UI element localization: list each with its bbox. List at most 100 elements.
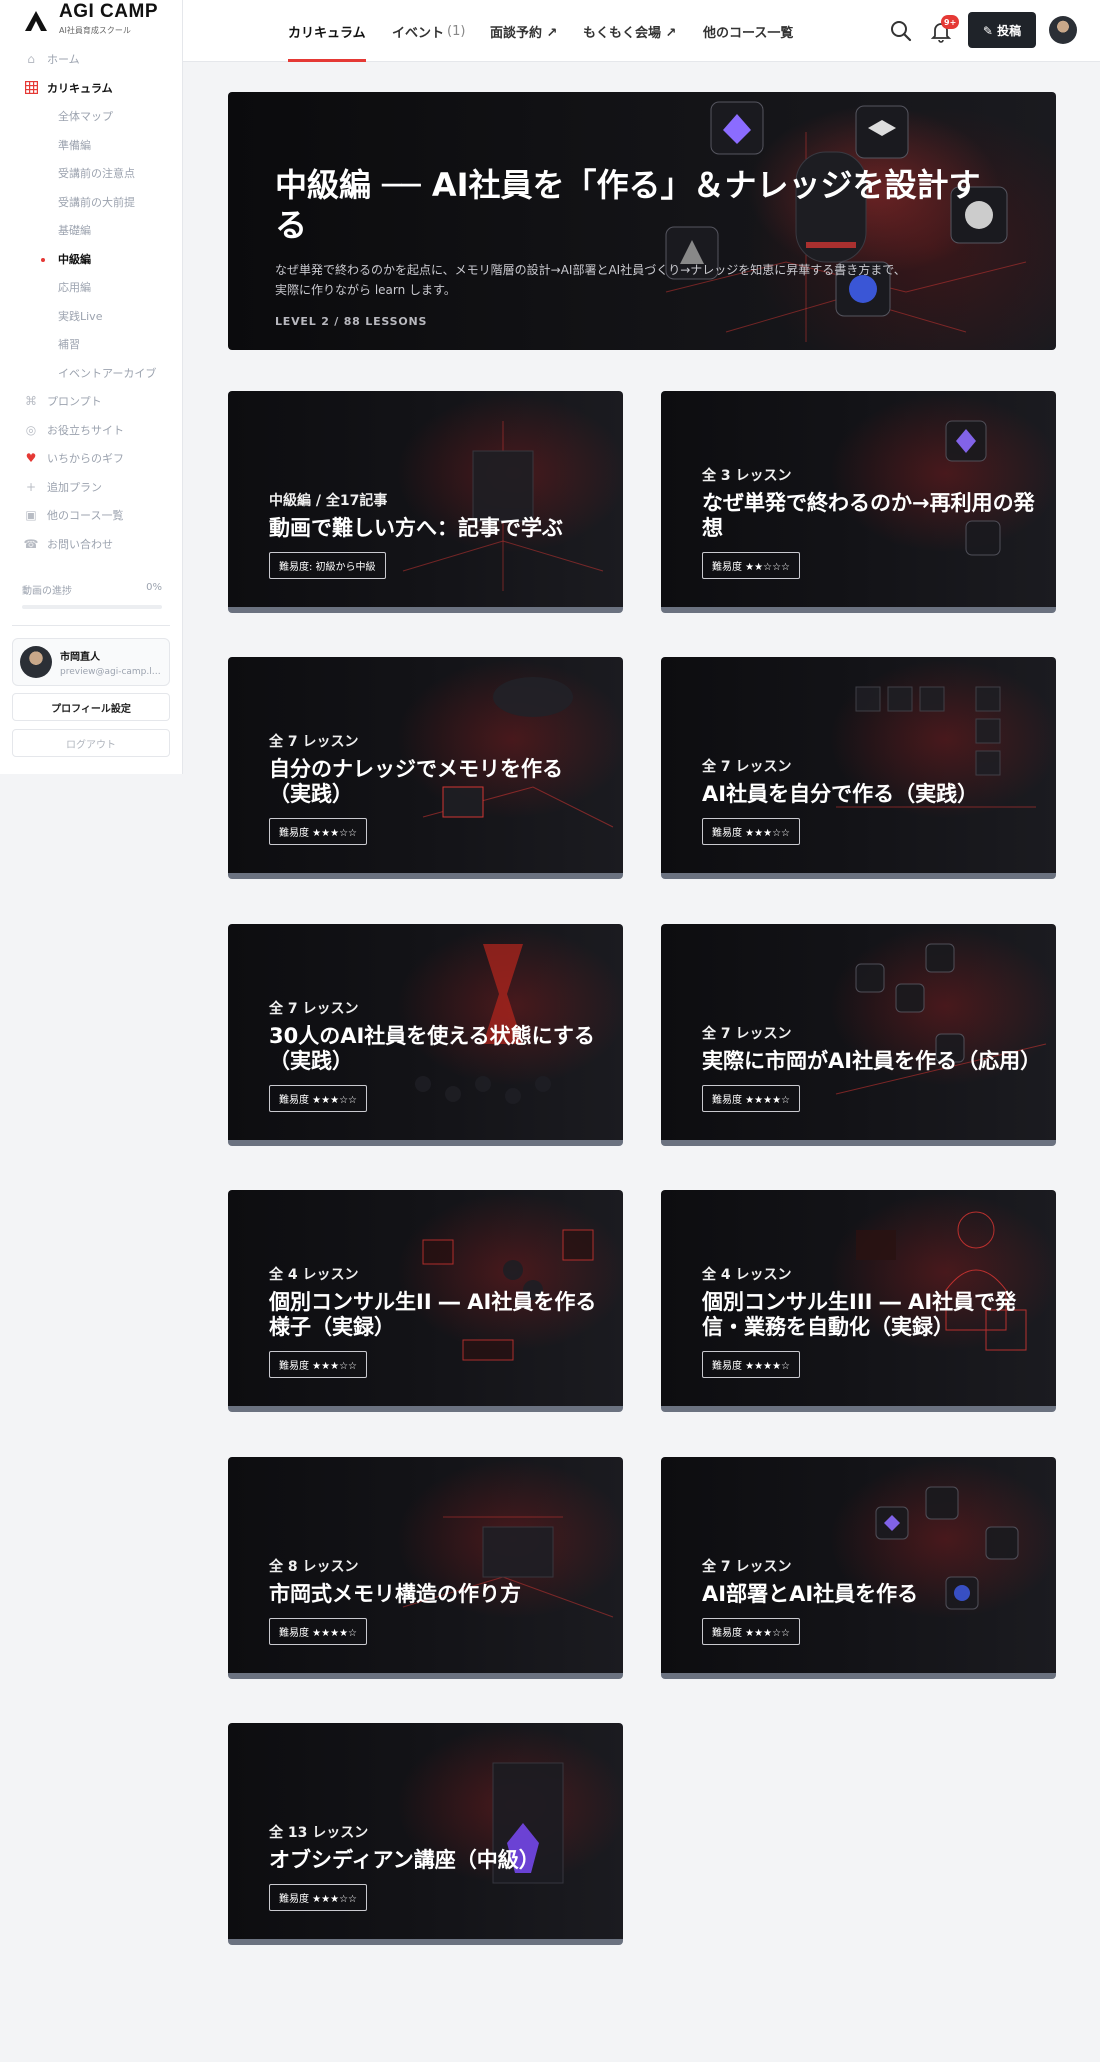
sidebar-nav: ⌂ ホーム カリキュラム 全体マップ 準備編 受講前の注意点 受講前の大前提 基… xyxy=(0,45,183,558)
card-lesson-count: 全 3 レッスン xyxy=(702,468,792,484)
sidebar-item-prompt[interactable]: ⌘ プロンプト xyxy=(0,387,183,416)
difficulty-badge: 難易度 ★★★☆☆ xyxy=(269,818,368,845)
course-card[interactable]: 全 7 レッスン AI部署とAI社員を作る 難易度 ★★★☆☆ xyxy=(661,1457,1056,1679)
difficulty-badge: 難易度 ★★★★☆ xyxy=(702,1351,801,1378)
brand-title: AGI CAMP xyxy=(59,1,158,22)
tab-count: (1) xyxy=(447,23,466,39)
sidebar-item-label: いちからのギフ xyxy=(47,452,124,466)
sidebar-item-label: 他のコース一覧 xyxy=(47,509,124,523)
sidebar-item-label: お役立ちサイト xyxy=(47,423,124,437)
sidebar-subitem-basic[interactable]: 基礎編 xyxy=(0,216,183,245)
phone-icon: ☎ xyxy=(23,536,39,551)
globe-icon: ◎ xyxy=(25,422,37,437)
brand-subtitle: AI社員育成スクール xyxy=(59,26,131,35)
course-card[interactable]: 全 4 レッスン 個別コンサル生II ― AI社員を作る様子（実録） 難易度 ★… xyxy=(228,1190,623,1412)
card-lesson-count: 全 7 レッスン xyxy=(269,734,359,750)
difficulty-badge: 難易度 ★★★★☆ xyxy=(702,1085,801,1112)
brand-logo[interactable]: AGI CAMP AI社員育成スクール xyxy=(24,2,158,42)
progress-value: 0% xyxy=(146,582,162,593)
tab-interview-booking[interactable]: 面談予約 ↗ xyxy=(490,0,557,62)
course-card[interactable]: 全 7 レッスン AI社員を自分で作る（実践） 難易度 ★★★☆☆ xyxy=(661,657,1056,879)
sidebar-item-gift[interactable]: ♥ いちからのギフ xyxy=(0,444,183,473)
card-lesson-count: 全 7 レッスン xyxy=(702,1559,792,1575)
difficulty-badge: 難易度 ★★★☆☆ xyxy=(269,1884,368,1911)
card-title: 動画で難しい方へ：記事で学ぶ xyxy=(269,516,563,540)
sidebar: AGI CAMP AI社員育成スクール ⌂ ホーム カリキュラム 全体マップ 準… xyxy=(0,0,183,774)
sidebar-subitem-live[interactable]: 実践Live xyxy=(0,302,183,331)
sidebar-subitem-preparation[interactable]: 準備編 xyxy=(0,131,183,160)
card-title: 自分のナレッジでメモリを作る（実践） xyxy=(269,757,563,806)
difficulty-badge: 難易度 ★★★☆☆ xyxy=(702,818,801,845)
card-title: AI社員を自分で作る（実践） xyxy=(702,782,979,806)
sidebar-item-other-courses[interactable]: ▣ 他のコース一覧 xyxy=(0,501,183,530)
card-title: 市岡式メモリ構造の作り方 xyxy=(269,1582,521,1606)
difficulty-badge: 難易度: 初級から中級 xyxy=(269,552,386,579)
card-lesson-count: 全 8 レッスン xyxy=(269,1559,359,1575)
course-card[interactable]: 中級編 / 全17記事 動画で難しい方へ：記事で学ぶ 難易度: 初級から中級 xyxy=(228,391,623,613)
profile-card[interactable]: 市岡直人 preview@agi-camp.local xyxy=(12,638,170,686)
sidebar-subitem-premise[interactable]: 受講前の大前提 xyxy=(0,188,183,217)
tab-label: もくもく会場 ↗ xyxy=(583,25,677,41)
tab-mokumoku-venue[interactable]: もくもく会場 ↗ xyxy=(583,0,676,62)
tab-curriculum[interactable]: カリキュラム xyxy=(288,0,366,62)
tab-label: イベント xyxy=(392,25,445,41)
course-card[interactable]: 全 7 レッスン 自分のナレッジでメモリを作る（実践） 難易度 ★★★☆☆ xyxy=(228,657,623,879)
difficulty-badge: 難易度 ★★☆☆☆ xyxy=(702,552,801,579)
course-card[interactable]: 全 3 レッスン なぜ単発で終わるのか→再利用の発想 難易度 ★★☆☆☆ xyxy=(661,391,1056,613)
course-card[interactable]: 全 4 レッスン 個別コンサル生III ― AI社員で発信・業務を自動化（実録）… xyxy=(661,1190,1056,1412)
search-icon[interactable] xyxy=(889,19,913,43)
progress-bar xyxy=(22,605,162,609)
sidebar-item-label: カリキュラム xyxy=(47,81,113,95)
course-card[interactable]: 全 7 レッスン 実際に市岡がAI社員を作る（応用） 難易度 ★★★★☆ xyxy=(661,924,1056,1146)
sidebar-item-add-plan[interactable]: + 追加プラン xyxy=(0,473,183,502)
heart-icon: ♥ xyxy=(25,451,37,466)
progress-label: 動画の進捗 xyxy=(22,586,72,597)
difficulty-badge: 難易度 ★★★☆☆ xyxy=(702,1618,801,1645)
post-button[interactable]: ✎ 投稿 xyxy=(968,12,1036,48)
card-title: オブシディアン講座（中級） xyxy=(269,1848,540,1872)
logout-button[interactable]: ログアウト xyxy=(12,729,170,757)
sidebar-item-label: 追加プラン xyxy=(47,480,102,494)
card-lesson-count: 全 4 レッスン xyxy=(269,1267,359,1283)
logo-mark-icon xyxy=(25,11,47,31)
sidebar-subitem-advanced[interactable]: 応用編 xyxy=(0,273,183,302)
difficulty-badge: 難易度 ★★★☆☆ xyxy=(269,1351,368,1378)
sidebar-subitem-intermediate[interactable]: 中級編 xyxy=(0,245,183,274)
command-icon: ⌘ xyxy=(25,394,37,409)
tab-events[interactable]: イベント (1) xyxy=(392,0,465,62)
sidebar-subitem-event-archive[interactable]: イベントアーカイブ xyxy=(0,359,183,388)
card-title: 実際に市岡がAI社員を作る（応用） xyxy=(702,1049,1042,1073)
card-title: AI部署とAI社員を作る xyxy=(702,1582,919,1606)
sidebar-item-label: ホーム xyxy=(47,53,80,67)
hero-level-label: LEVEL 2 / 88 LESSONS xyxy=(275,315,428,328)
tab-label: カリキュラム xyxy=(288,25,366,41)
tab-label: 他のコース一覧 xyxy=(703,25,794,41)
difficulty-badge: 難易度 ★★★★☆ xyxy=(269,1618,368,1645)
course-card[interactable]: 全 13 レッスン オブシディアン講座（中級） 難易度 ★★★☆☆ xyxy=(228,1723,623,1945)
course-card[interactable]: 全 7 レッスン 30人のAI社員を使える状態にする（実践） 難易度 ★★★☆☆ xyxy=(228,924,623,1146)
card-lesson-count: 全 7 レッスン xyxy=(269,1001,359,1017)
sidebar-item-contact[interactable]: ☎ お問い合わせ xyxy=(0,530,183,559)
video-progress: 動画の進捗 0% xyxy=(22,582,162,609)
card-title: 個別コンサル生II ― AI社員を作る様子（実録） xyxy=(269,1290,597,1339)
profile-email: preview@agi-camp.local xyxy=(60,666,162,677)
sidebar-subitem-precautions[interactable]: 受講前の注意点 xyxy=(0,159,183,188)
card-lesson-count: 全 7 レッスン xyxy=(702,1026,792,1042)
card-lesson-count: 全 4 レッスン xyxy=(702,1267,792,1283)
tab-other-courses[interactable]: 他のコース一覧 xyxy=(703,0,793,62)
sidebar-item-home[interactable]: ⌂ ホーム xyxy=(0,45,183,74)
sidebar-item-label: プロンプト xyxy=(47,395,102,409)
hero-description: なぜ単発で終わるのかを起点に、メモリ階層の設計→AI部署とAI社員づくり→ナレッ… xyxy=(275,263,906,297)
avatar[interactable] xyxy=(1049,16,1077,44)
profile-settings-button[interactable]: プロフィール設定 xyxy=(12,693,170,721)
sidebar-subitem-supplementary[interactable]: 補習 xyxy=(0,330,183,359)
hero-title: 中級編 ── AI社員を「作る」＆ナレッジを設計する xyxy=(275,166,981,244)
sidebar-item-label: お問い合わせ xyxy=(47,537,113,551)
sidebar-item-curriculum[interactable]: カリキュラム xyxy=(0,74,183,103)
sidebar-item-useful-sites[interactable]: ◎ お役立ちサイト xyxy=(0,416,183,445)
course-card[interactable]: 全 8 レッスン 市岡式メモリ構造の作り方 難易度 ★★★★☆ xyxy=(228,1457,623,1679)
level-hero-banner: 中級編 ── AI社員を「作る」＆ナレッジを設計する なぜ単発で終わるのかを起点… xyxy=(228,92,1056,350)
home-icon: ⌂ xyxy=(27,52,35,67)
sidebar-subitem-overview-map[interactable]: 全体マップ xyxy=(0,102,183,131)
card-lesson-count: 全 13 レッスン xyxy=(269,1825,369,1841)
